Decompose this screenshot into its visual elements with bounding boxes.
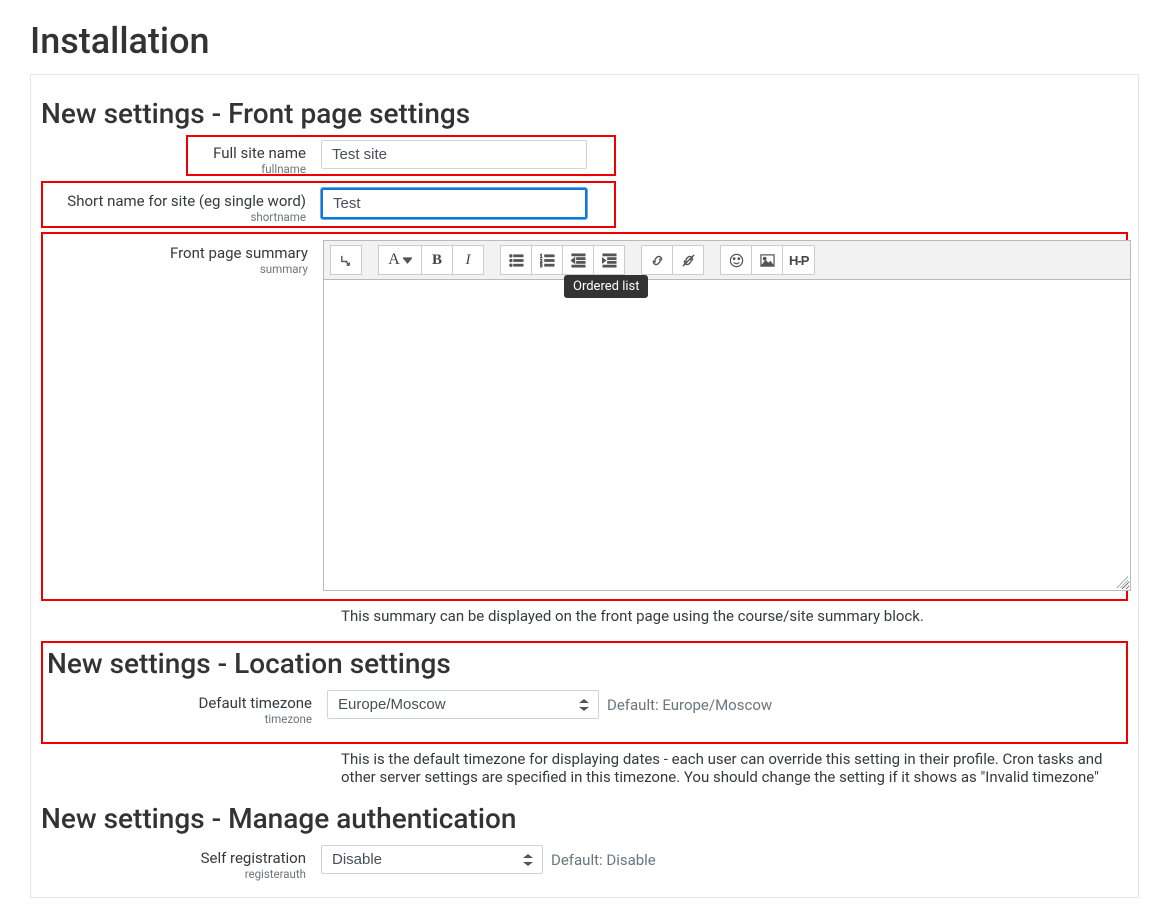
toolbar-h5p-button[interactable]: H-P bbox=[782, 245, 815, 275]
timezone-label: Default timezone bbox=[199, 694, 313, 712]
unlink-icon bbox=[681, 253, 696, 268]
selfreg-select[interactable]: Disable bbox=[321, 845, 543, 874]
chevron-down-icon bbox=[403, 256, 412, 265]
highlight-shortname bbox=[41, 181, 616, 228]
summary-row: Front page summary summary A bbox=[41, 232, 1128, 601]
toolbar-expand-button[interactable] bbox=[330, 245, 362, 275]
timezone-sub: timezone bbox=[51, 712, 312, 726]
svg-text:3: 3 bbox=[540, 264, 543, 268]
selfreg-default: Default: Disable bbox=[551, 851, 656, 869]
italic-icon: I bbox=[466, 252, 471, 269]
tooltip-ordered-list: Ordered list bbox=[564, 275, 648, 298]
toolbar-unlink-button[interactable] bbox=[672, 245, 704, 275]
timezone-default: Default: Europe/Moscow bbox=[607, 696, 772, 714]
toolbar-outdent-button[interactable] bbox=[562, 245, 594, 275]
highlight-fullname bbox=[186, 135, 616, 176]
settings-card: New settings - Front page settings Full … bbox=[30, 74, 1139, 898]
letter-a-icon: A bbox=[388, 251, 400, 269]
toolbar-styles-button[interactable]: A bbox=[378, 245, 422, 275]
h5p-icon: H-P bbox=[789, 253, 808, 268]
toolbar-image-button[interactable] bbox=[751, 245, 783, 275]
selfreg-sub: registerauth bbox=[45, 867, 306, 881]
numbered-list-icon: 123 bbox=[540, 253, 555, 268]
expand-arrow-icon bbox=[339, 253, 354, 268]
toolbar-emoji-button[interactable] bbox=[720, 245, 752, 275]
timezone-desc: This is the default timezone for display… bbox=[341, 750, 1128, 786]
summary-label: Front page summary bbox=[170, 244, 308, 262]
auth-heading: New settings - Manage authentication bbox=[41, 802, 1128, 835]
shortname-row: Short name for site (eg single word) sho… bbox=[41, 188, 1128, 224]
selfreg-row: Self registration registerauth Disable D… bbox=[41, 845, 1128, 881]
editor-content-area[interactable] bbox=[324, 280, 1130, 590]
selfreg-label: Self registration bbox=[201, 849, 306, 867]
summary-desc: This summary can be displayed on the fro… bbox=[341, 607, 1128, 625]
fullname-row: Full site name fullname bbox=[41, 140, 1128, 178]
highlight-location: New settings - Location settings Default… bbox=[41, 641, 1128, 744]
editor: A B I 123 bbox=[323, 240, 1131, 591]
smiley-icon bbox=[729, 253, 744, 268]
timezone-select[interactable]: Europe/Moscow bbox=[327, 690, 599, 719]
frontpage-heading: New settings - Front page settings bbox=[41, 97, 1128, 130]
toolbar-indent-button[interactable] bbox=[593, 245, 625, 275]
location-heading: New settings - Location settings bbox=[47, 647, 1122, 680]
link-icon bbox=[650, 253, 665, 268]
toolbar-italic-button[interactable]: I bbox=[452, 245, 484, 275]
indent-icon bbox=[602, 253, 617, 268]
toolbar-ordered-list-button[interactable]: 123 bbox=[531, 245, 563, 275]
toolbar-link-button[interactable] bbox=[641, 245, 673, 275]
bold-icon: B bbox=[432, 252, 442, 269]
outdent-icon bbox=[571, 253, 586, 268]
summary-sub: summary bbox=[47, 262, 308, 276]
bullet-list-icon bbox=[509, 253, 524, 268]
toolbar-bold-button[interactable]: B bbox=[421, 245, 453, 275]
toolbar-unordered-list-button[interactable] bbox=[500, 245, 532, 275]
image-icon bbox=[760, 253, 775, 268]
timezone-row: Default timezone timezone Europe/Moscow … bbox=[47, 690, 1122, 726]
editor-toolbar: A B I 123 bbox=[324, 241, 1130, 280]
page-title: Installation bbox=[30, 20, 1139, 62]
resize-handle-icon[interactable] bbox=[1116, 576, 1128, 588]
